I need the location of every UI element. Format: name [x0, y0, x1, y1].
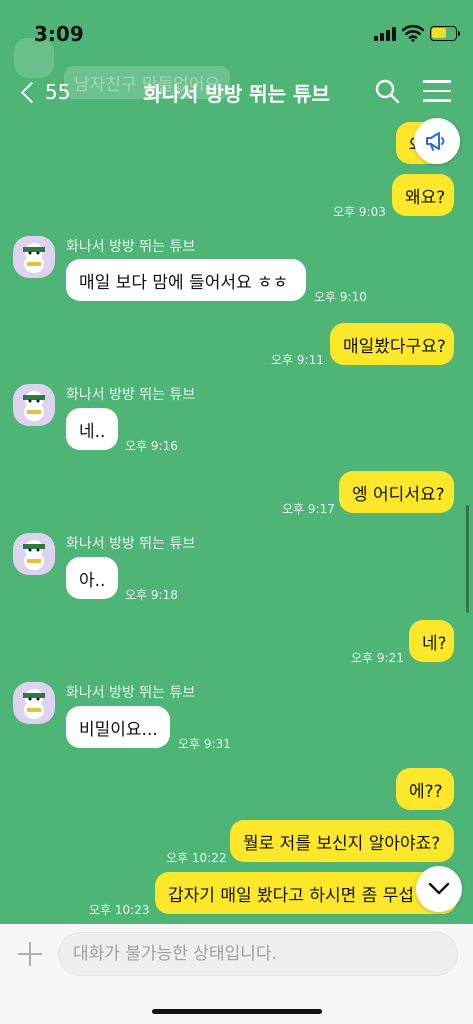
message-input[interactable]	[59, 933, 457, 975]
message-bubble[interactable]: 네?	[409, 620, 454, 662]
message-bubble[interactable]: 엥 어디서요?	[339, 471, 454, 513]
chat-header: 남자친구 만들었어요 55 화나서 방방 뛰는 튜브	[0, 38, 473, 122]
chat-area[interactable]: 와요? 왜요? 오후 9:03 화나서 방방 뛰는 튜브 매일 보다 맘에 들어…	[0, 0, 473, 924]
wifi-icon	[402, 24, 424, 42]
message-time: 오후 9:17	[282, 502, 335, 516]
message-time: 오후 9:21	[351, 651, 404, 665]
search-icon[interactable]	[374, 78, 400, 104]
message-input-field[interactable]	[58, 932, 458, 976]
message-bubble[interactable]: 매일 보다 맘에 들어서요 ㅎㅎ	[66, 259, 306, 301]
sender-name: 화나서 방방 뛰는 튜브	[66, 536, 196, 552]
message-time: 오후 9:10	[314, 290, 367, 304]
tube-character-avatar[interactable]	[13, 236, 55, 278]
message-time: 오후 9:18	[125, 588, 178, 602]
status-time: 3:09	[34, 22, 84, 46]
message-time: 오후 9:31	[178, 737, 231, 751]
tube-character-avatar[interactable]	[13, 384, 55, 426]
message-bubble[interactable]: 에??	[396, 768, 454, 810]
message-time: 오후 10:22	[166, 851, 227, 865]
message-time: 오후 9:16	[125, 439, 178, 453]
input-bar	[0, 924, 473, 1024]
message-bubble[interactable]: 비밀이요...	[66, 706, 170, 748]
message-bubble[interactable]: 아..	[66, 557, 118, 599]
battery-icon	[430, 26, 460, 41]
megaphone-icon[interactable]	[414, 118, 460, 164]
message-bubble[interactable]: 네..	[66, 408, 118, 450]
sender-name: 화나서 방방 뛰는 튜브	[66, 239, 196, 255]
message-time: 오후 10:23	[89, 903, 150, 917]
hamburger-menu-icon[interactable]	[423, 80, 451, 102]
message-bubble[interactable]: 매일봤다구요?	[330, 323, 454, 365]
message-bubble[interactable]: 갑자기 매일 봤다고 하시면 좀 무섭	[155, 872, 457, 914]
message-bubble[interactable]: 뭘로 저를 보신지 알아야죠?	[230, 820, 454, 862]
message-time: 오후 9:11	[271, 353, 324, 367]
plus-icon[interactable]	[18, 942, 42, 966]
message-time: 오후 9:03	[333, 205, 386, 219]
cellular-signal-icon	[374, 27, 398, 41]
status-bar: 3:09	[0, 0, 473, 60]
sender-name: 화나서 방방 뛰는 튜브	[66, 387, 196, 403]
tube-character-avatar[interactable]	[13, 533, 55, 575]
home-indicator	[152, 1009, 322, 1014]
message-bubble[interactable]: 왜요?	[392, 174, 454, 216]
scrollbar[interactable]	[466, 505, 469, 613]
chevron-down-icon[interactable]	[416, 866, 462, 912]
sender-name: 화나서 방방 뛰는 튜브	[66, 685, 196, 701]
tube-character-avatar[interactable]	[13, 682, 55, 724]
chat-title: 화나서 방방 뛰는 튜브	[143, 82, 330, 106]
